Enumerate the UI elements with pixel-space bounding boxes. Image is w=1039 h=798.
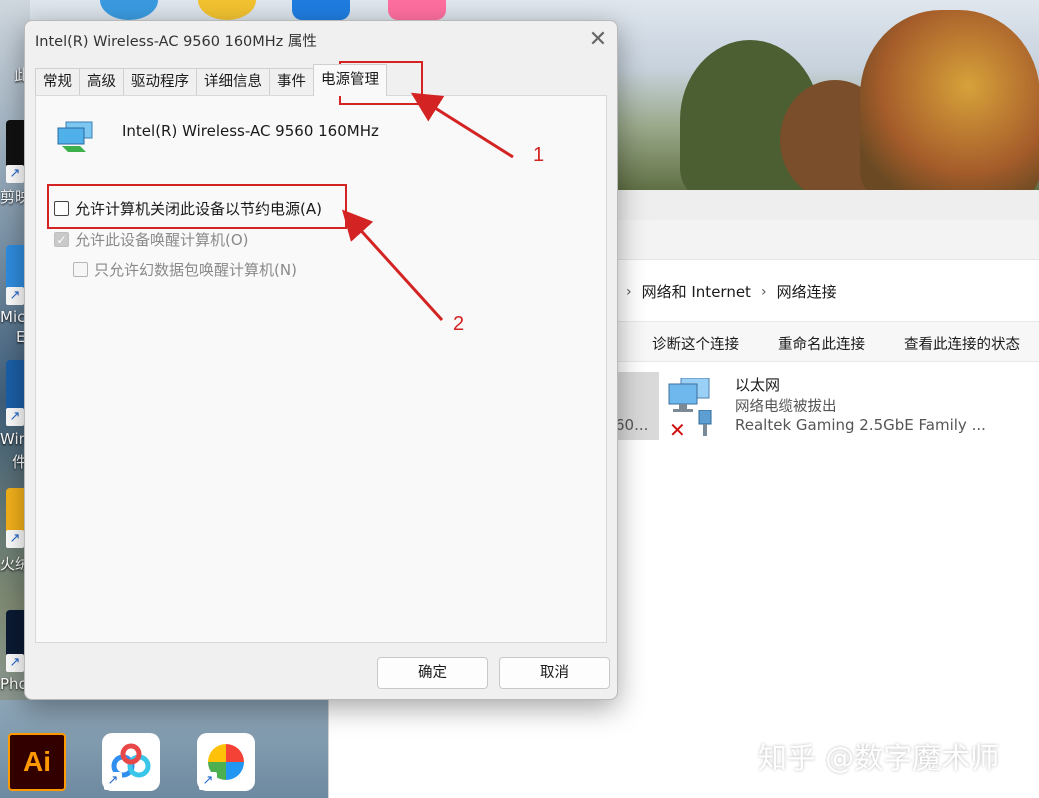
device-name: Intel(R) Wireless-AC 9560 160MHz [122,122,379,140]
rename-connection-button[interactable]: 重命名此连接 [778,333,865,354]
ethernet-plug-icon [698,410,712,436]
view-connection-status-button[interactable]: 查看此连接的状态 [904,333,1020,354]
tab-driver[interactable]: 驱动程序 [123,68,197,96]
tab-power-management[interactable]: 电源管理 [313,64,387,96]
shortcut-arrow-icon: ↗ [199,772,217,790]
annotation-number-1: 1 [533,144,545,166]
shortcut-arrow-icon: ↗ [6,165,24,183]
shortcut-arrow-icon: ↗ [6,287,24,305]
dialog-title: Intel(R) Wireless-AC 9560 160MHz 属性 [35,34,317,50]
ethernet-status: 网络电缆被拔出 [735,399,837,415]
allow-wake-option: ✓ 允许此设备唤醒计算机(O) [54,229,249,250]
cancel-button[interactable]: 取消 [499,657,610,689]
magic-packet-checkbox [73,262,88,277]
annotation-number-2: 2 [453,313,465,335]
power-management-panel: Intel(R) Wireless-AC 9560 160MHz 允许计算机关闭… [35,95,607,643]
chevron-right-icon: › [760,283,767,300]
watermark: 知乎 @数字魔术师 [758,741,1000,775]
shortcut-arrow-icon: ↗ [104,772,122,790]
magic-packet-label: 只允许幻数据包唤醒计算机(N) [94,261,297,279]
close-icon[interactable]: ✕ [583,25,613,55]
shortcut-arrow-icon: ↗ [6,530,24,548]
wallpaper-tree [860,10,1039,200]
desktop-label: Mic [0,308,26,326]
ok-button[interactable]: 确定 [377,657,488,689]
allow-wake-label: 允许此设备唤醒计算机(O) [75,231,249,249]
breadcrumb: › 网络和 Internet › 网络连接 [626,281,837,302]
ethernet-monitor-icon [668,378,710,412]
adapter-properties-dialog: Intel(R) Wireless-AC 9560 160MHz 属性 ✕ 常规… [24,20,618,700]
red-x-icon: ✕ [669,418,686,442]
network-adapter-icon [57,121,93,152]
chevron-right-icon: › [626,283,632,300]
tab-advanced[interactable]: 高级 [79,68,124,96]
highlight-power-off-option [47,184,347,229]
desktop-app-icon[interactable] [292,0,350,20]
tab-events[interactable]: 事件 [269,68,314,96]
ethernet-adapter: Realtek Gaming 2.5GbE Family ... [735,416,986,434]
diagnose-connection-button[interactable]: 诊断这个连接 [652,333,739,354]
illustrator-app-icon[interactable]: Ai [8,733,66,791]
ethernet-name: 以太网 [735,376,781,394]
breadcrumb-network-connections[interactable]: 网络连接 [777,281,837,302]
connection-truncated-text: 60... [615,416,649,434]
desktop-app-icon[interactable] [388,0,446,20]
tab-details[interactable]: 详细信息 [196,68,270,96]
breadcrumb-network-internet[interactable]: 网络和 Internet [642,281,751,302]
allow-wake-checkbox: ✓ [54,232,69,247]
tab-general[interactable]: 常规 [35,68,80,96]
shortcut-arrow-icon: ↗ [6,654,24,672]
tab-strip: 常规 高级 驱动程序 详细信息 事件 电源管理 [35,64,387,96]
magic-packet-option: 只允许幻数据包唤醒计算机(N) [73,259,297,280]
shortcut-arrow-icon: ↗ [6,408,24,426]
